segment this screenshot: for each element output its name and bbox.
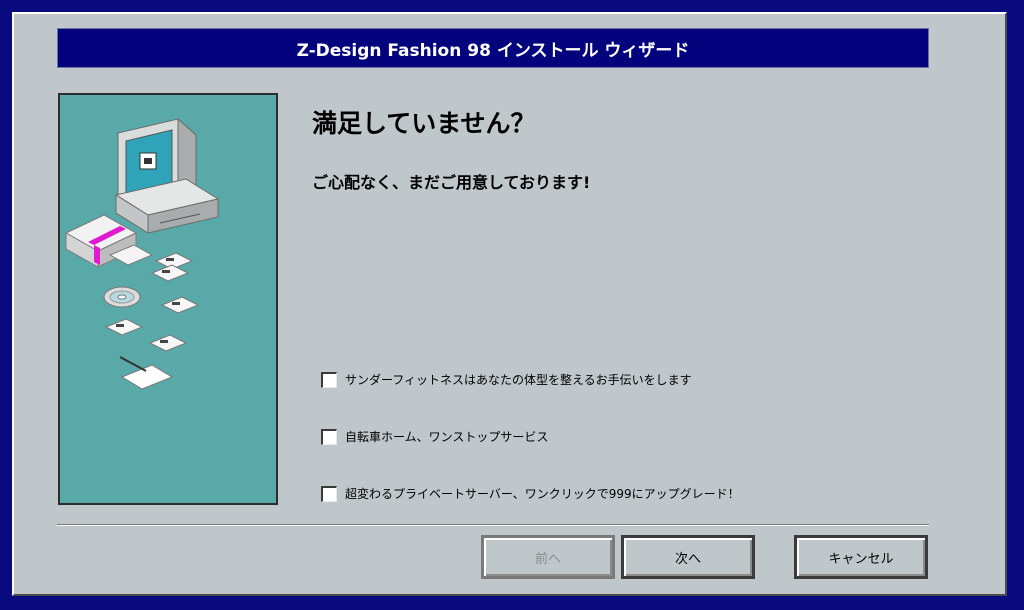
back-button-label: 前へ <box>534 551 561 567</box>
back-button[interactable]: 前へ <box>481 535 615 579</box>
option-fitness[interactable]: サンダーフィットネスはあなたの体型を整えるお手伝いをします <box>321 371 692 388</box>
option-label: サンダーフィットネスはあなたの体型を整えるお手伝いをします <box>345 373 692 387</box>
page-heading: 満足していません？ <box>312 109 536 138</box>
wizard-titlebar: Z-Design Fashion 98 インストール ウィザード <box>57 28 929 68</box>
footer-separator <box>57 524 929 526</box>
page-subheading: ご心配なく、まだご用意しております! <box>312 173 591 192</box>
fitness-checkbox[interactable] <box>321 371 337 388</box>
computer-with-disks-icon <box>64 117 220 390</box>
option-private-server[interactable]: 超変わるプライベートサーバー、ワンクリックで999にアップグレード！ <box>321 485 740 502</box>
option-bicycle[interactable]: 自転車ホーム、ワンストップサービス <box>321 428 548 445</box>
wizard-side-illustration <box>58 93 278 505</box>
wizard-title: Z-Design Fashion 98 インストール ウィザード <box>296 40 690 61</box>
cancel-button[interactable]: キャンセル <box>794 535 928 579</box>
next-button[interactable]: 次へ <box>621 535 755 579</box>
cancel-button-label: キャンセル <box>828 551 894 567</box>
private-server-checkbox[interactable] <box>321 485 337 502</box>
option-label: 自転車ホーム、ワンストップサービス <box>345 430 549 444</box>
next-button-label: 次へ <box>674 551 701 567</box>
bicycle-checkbox[interactable] <box>321 428 337 445</box>
option-label: 超変わるプライベートサーバー、ワンクリックで999にアップグレード！ <box>345 487 740 501</box>
